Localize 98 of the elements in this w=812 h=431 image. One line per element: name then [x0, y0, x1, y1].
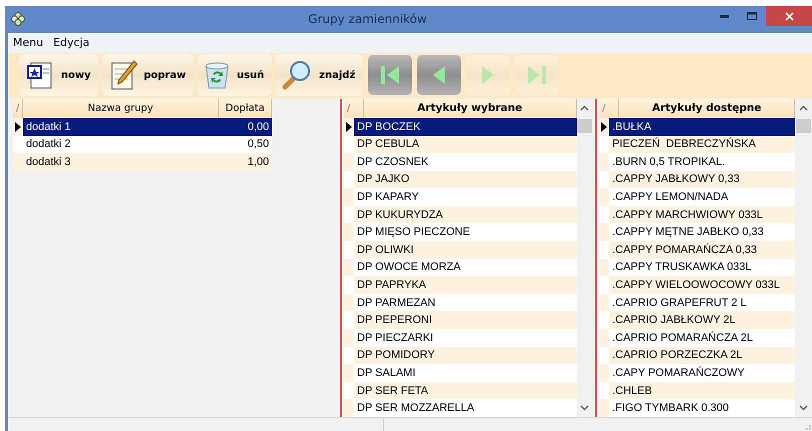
list-row[interactable]: .CAPRIO JABŁKOWY 2L	[599, 311, 796, 330]
table-cell-text: .CAPPY MĘTNE JABŁKO 0,33	[611, 226, 765, 238]
scrollbar-thumb[interactable]	[577, 118, 592, 133]
navigation-button[interactable]	[368, 55, 412, 96]
scrollbar-thumb[interactable]	[796, 118, 812, 133]
table-cell-text: PIECZEŃ DEBRECZYŃSKA	[611, 138, 757, 150]
list-row[interactable]: .CAPRIO PORZECZKA 2L	[599, 346, 796, 364]
column-header[interactable]: Artykuły wybrane	[364, 98, 576, 118]
list-row[interactable]: DP JAJKO	[344, 170, 576, 188]
sort-marker[interactable]: /	[13, 98, 23, 118]
list-row[interactable]: .CAPPY TRUSKAWKA 033L	[599, 258, 796, 276]
navigation-button[interactable]	[417, 55, 462, 96]
recycle-bin-icon	[202, 60, 231, 90]
table-cell-text: .CAPPY WIELOOWOCOWY 033L	[611, 279, 781, 292]
table-cell-text: .BURN 0,5 TROPIKAL.	[611, 156, 726, 168]
table-cell-text: DP CEBULA	[356, 138, 420, 150]
table-cell-text: DP MIĘSO PIECZONE	[356, 226, 471, 238]
table-cell-text: .CAPPY JABŁKOWY 0,33	[611, 173, 741, 186]
table-row[interactable]: dodatki 1 0,00	[13, 118, 272, 136]
table-cell-text: DP SER MOZZARELLA	[356, 402, 476, 414]
table-cell-text: DP PEPERONI	[356, 314, 434, 326]
scroll-up-icon[interactable]	[799, 104, 808, 111]
previous-record-icon	[431, 64, 448, 86]
table-cell-text: 0,50	[246, 138, 270, 150]
list-row[interactable]: .CAPPY JABŁKOWY 0,33	[599, 170, 796, 188]
list-row[interactable]: DP OLIWKI	[344, 241, 576, 259]
row-pointer-icon	[601, 122, 608, 132]
window-title: Grupy zamienników	[307, 12, 428, 26]
toolbar-button[interactable]: nowy	[19, 54, 99, 96]
table-cell-text: DP SALAMI	[356, 367, 417, 380]
minimize-icon	[720, 14, 728, 18]
table-cell-text: .CHLEB	[611, 384, 653, 397]
list-row[interactable]: .CAPPY WIELOOWOCOWY 033L	[599, 276, 796, 294]
table-cell-text: DP PIECZARKI	[356, 332, 434, 344]
table-cell-text: DP POMIDORY	[356, 349, 436, 362]
table-cell-text: .FIGO TYMBARK 0.300	[611, 402, 730, 414]
table-cell-text: .CAPPY LEMON/NADA	[611, 191, 730, 204]
list-row[interactable]: DP POMIDORY	[344, 346, 576, 364]
table-cell-text: 0,00	[246, 120, 270, 133]
scroll-down-icon[interactable]	[799, 405, 808, 411]
column-header[interactable]: Dopłata	[219, 98, 272, 118]
list-row[interactable]: .CAPPY MARCHWIOWY 033L	[599, 206, 796, 224]
list-row[interactable]: DP BOCZEK	[344, 118, 576, 136]
table-cell-text: DP CZOSNEK	[356, 156, 430, 168]
table-cell-text: DP PAPRYKA	[356, 279, 428, 292]
table-cell-text: DP BOCZEK	[356, 120, 422, 133]
maximize-icon	[747, 12, 757, 20]
list-row[interactable]: DP PAPRYKA	[344, 276, 576, 294]
table-cell-text: dodatki 1	[25, 120, 72, 133]
close-button[interactable]	[766, 6, 812, 26]
table-cell-text: .CAPRIO GRAPEFRUT 2 L	[611, 296, 748, 309]
row-pointer-icon	[346, 122, 352, 132]
sort-marker[interactable]: /	[599, 98, 620, 118]
column-header[interactable]: Artykuły dostępne	[619, 98, 796, 118]
scrollbar[interactable]	[576, 98, 594, 417]
list-row[interactable]: DP KUKURYDZA	[344, 206, 576, 224]
toolbar-button[interactable]: popraw	[102, 54, 194, 96]
table-cell-text: .CAPPY TRUSKAWKA 033L	[611, 261, 752, 274]
list-row[interactable]: DP CEBULA	[344, 136, 576, 154]
table-cell-text: .CAPPY POMARAŃCZA 0,33	[611, 244, 758, 256]
row-pointer-icon	[15, 122, 21, 132]
table-cell-text: DP KUKURYDZA	[356, 208, 444, 221]
column-header[interactable]: Nazwa grupy	[23, 98, 219, 118]
list-row[interactable]: DP SER FETA	[344, 382, 576, 400]
toolbar-button[interactable]: usuń	[196, 54, 272, 96]
list-row[interactable]: DP PARMEZAN	[344, 294, 576, 312]
list-row[interactable]: DP PEPERONI	[344, 311, 576, 330]
flower-icon	[11, 12, 25, 26]
table-cell-text: .CAPRIO JABŁKOWY 2L	[611, 314, 737, 326]
table-cell-text: DP KAPARY	[356, 191, 420, 204]
resize-grip-icon[interactable]	[804, 423, 812, 431]
table-cell-text: .CAPRIO PORZECZKA 2L	[611, 349, 744, 362]
close-icon	[784, 12, 794, 20]
table-cell-text: DP PARMEZAN	[356, 296, 436, 309]
table-cell-text: DP OWOCE MORZA	[356, 261, 462, 274]
table-cell-text: DP SER FETA	[356, 384, 430, 397]
list-row[interactable]: DP OWOCE MORZA	[344, 258, 576, 276]
table-cell-text: DP JAJKO	[356, 173, 410, 186]
list-row[interactable]: .CHLEB	[599, 382, 796, 400]
toolbar-button[interactable]: znajdź	[275, 54, 364, 96]
scroll-down-icon[interactable]	[580, 405, 590, 411]
next-record-icon	[480, 64, 496, 86]
menu-item[interactable]: Menu	[13, 36, 44, 50]
table-cell-text: dodatki 2	[25, 138, 72, 150]
list-row[interactable]: .CAPRIO GRAPEFRUT 2 L	[599, 294, 796, 312]
sort-marker[interactable]: /	[344, 98, 364, 118]
menu-item[interactable]: Edycja	[53, 36, 90, 50]
list-row[interactable]: .CAPPY POMARAŃCZA 0,33	[599, 241, 796, 259]
table-cell-text: .CAPY POMARAŃCZOWY	[611, 367, 746, 380]
table-cell-text: .BUŁKA	[611, 120, 652, 133]
list-row[interactable]: PIECZEŃ DEBRECZYŃSKA	[599, 136, 796, 154]
list-row[interactable]: .BUŁKA	[599, 118, 796, 136]
table-cell-text: .CAPPY MARCHWIOWY 033L	[611, 208, 764, 221]
table-cell-text: 1,00	[246, 156, 270, 168]
table-cell-text: DP OLIWKI	[356, 244, 415, 256]
scroll-up-icon[interactable]	[580, 104, 590, 111]
table-cell-text: .CAPRIO POMARAŃCZA 2L	[611, 332, 754, 344]
table-cell-text: dodatki 3	[25, 156, 72, 168]
